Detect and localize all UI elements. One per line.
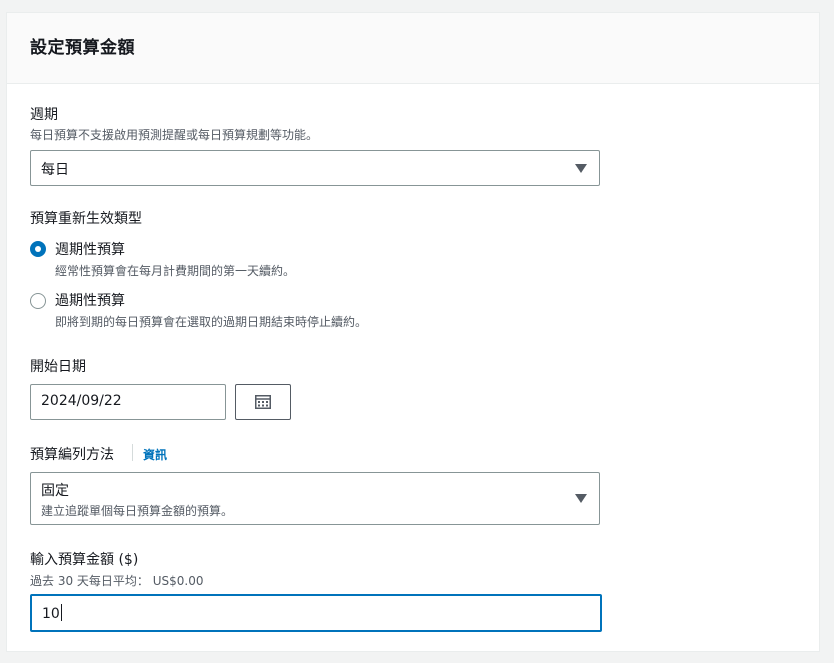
renewal-label: 預算重新生效類型 [30, 211, 142, 227]
budget-method-value: 固定 [41, 483, 69, 499]
start-date-value: 2024/09/22 [41, 393, 122, 409]
amount-input[interactable]: 10 [30, 594, 602, 632]
calendar-button[interactable] [235, 384, 291, 420]
radio-expiring-label[interactable]: 過期性預算 [55, 290, 125, 310]
amount-input-value: 10 [42, 606, 60, 622]
calendar-icon [255, 395, 271, 409]
period-label: 週期 [30, 107, 58, 123]
period-select-value: 每日 [41, 162, 69, 178]
caret-down-icon [575, 494, 587, 503]
period-description: 每日預算不支援啟用預測提醒或每日預算規劃等功能。 [30, 128, 319, 142]
period-select[interactable]: 每日 [30, 150, 600, 186]
caret-down-icon [575, 164, 587, 173]
radio-recurring-description: 經常性預算會在每月計費期間的第一天續約。 [55, 264, 296, 278]
radio-recurring-label[interactable]: 週期性預算 [55, 239, 125, 259]
budget-method-select[interactable]: 固定 建立追蹤單個每日預算金額的預算。 [30, 472, 600, 525]
radio-expiring-description: 即將到期的每日預算會在選取的過期日期結束時停止續約。 [55, 315, 368, 329]
amount-input-value-wrap: 10 [42, 604, 62, 622]
start-date-label: 開始日期 [30, 359, 86, 375]
budget-method-value-description: 建立追蹤單個每日預算金額的預算。 [41, 504, 234, 518]
budget-method-label: 預算編列方法 [30, 447, 114, 463]
panel-title: 設定預算金額 [30, 38, 135, 58]
radio-recurring[interactable] [30, 241, 46, 257]
info-link[interactable]: 資訊 [143, 446, 167, 463]
amount-label: 輸入預算金額 ($) [30, 552, 139, 568]
start-date-input[interactable]: 2024/09/22 [30, 384, 226, 420]
panel-header: 設定預算金額 [7, 13, 819, 84]
budget-amount-panel: 設定預算金額 週期 每日預算不支援啟用預測提醒或每日預算規劃等功能。 每日 預算… [6, 12, 820, 652]
amount-description: 過去 30 天每日平均： US$0.00 [30, 574, 204, 588]
radio-expiring[interactable] [30, 293, 46, 309]
text-cursor [60, 604, 62, 621]
info-separator [132, 444, 133, 461]
